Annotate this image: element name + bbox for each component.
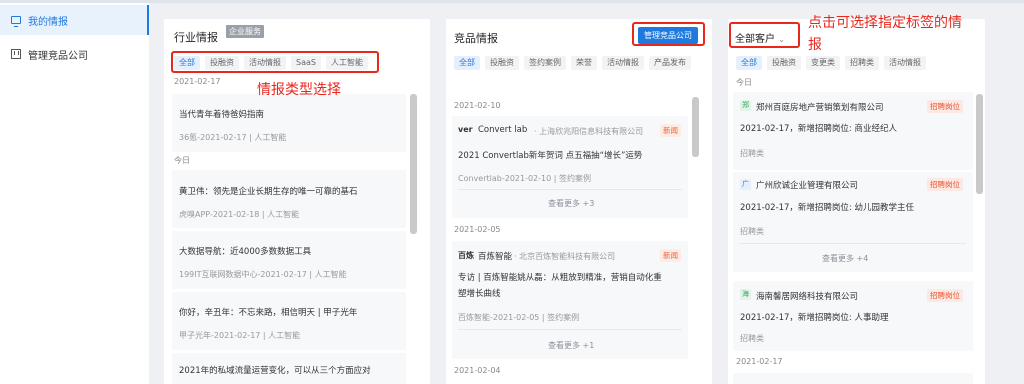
tab-events[interactable]: 活动情报 [884,56,926,70]
annotation-box-customer-dropdown [729,22,800,48]
news-badge: 新闻 [660,249,681,262]
sidebar-item-my-intel[interactable]: 我的情报 [0,5,149,35]
annotation-type-select: 情报类型选择 [257,82,341,98]
tab-honors[interactable]: 荣誉 [571,56,597,70]
list-item[interactable]: 大数据导航：近4000多数数据工具 199IT互联网数据中心-2021-02-1… [172,231,406,289]
item-title: 当代青年着待爸妈指南 [179,110,265,120]
item-text: 2021-02-17，新增招聘岗位: 幼儿园教学主任 [740,203,914,213]
news-badge: 新闻 [660,124,681,137]
item-text: 2021-02-17，新增招聘岗位: 人事助理 [740,313,889,323]
divider [458,189,682,190]
item-meta: 虎嗅APP-2021-02-18 | 人工智能 [179,210,300,219]
item-category: 招聘类 [740,149,764,158]
annotation-box-type-tabs [171,51,379,73]
tab-changes[interactable]: 变更类 [806,56,840,70]
hiring-badge: 招聘岗位 [927,178,963,191]
list-item[interactable] [733,373,973,384]
company-logo: 海 [740,289,751,300]
tab-contracts[interactable]: 签约案例 [524,56,566,70]
item-title: 你好，辛丑年：不忘来路，相信明天 | 甲子光年 [179,308,358,318]
list-item[interactable]: 2021年的私域流量运营变化，可以从三个方面应对 [172,353,406,384]
grid-icon [11,49,21,59]
sidebar: 我的情报 管理竞品公司 [0,3,149,384]
item-meta: Convertlab-2021-02-10 | 签约案例 [458,174,591,183]
customer-intel-panel: 全部客户 ⌄ 全部 投融资 变更类 招聘类 活动情报 今日 郑 郑州百庭房地产营… [728,19,985,384]
tab-all[interactable]: 全部 [736,56,762,70]
competitor-intel-panel: 竞品情报 管理竞品公司 全部 投融资 签约案例 荣誉 活动情报 产品发布 202… [446,19,712,384]
list-item[interactable]: 黄卫伟：领先是企业长期生存的唯一可靠的基石 虎嗅APP-2021-02-18 |… [172,170,406,228]
hiring-badge: 招聘岗位 [927,100,963,113]
list-item[interactable]: 海 海南馨居网络科技有限公司 招聘岗位 2021-02-17，新增招聘岗位: 人… [733,281,973,351]
company-logo: 广 [740,179,751,190]
industry-intel-panel: 行业情报 企业服务 全部 投融资 活动情报 SaaS 人工智能 2021-02-… [164,19,430,384]
top-border [0,0,1024,3]
monitor-icon [11,16,21,27]
date-label: 2021-02-04 [454,366,501,375]
company-name: 郑州百庭房地产营销策划有限公司 [756,103,884,113]
list-item[interactable]: 郑 郑州百庭房地产营销策划有限公司 招聘岗位 2021-02-17，新增招聘岗位… [733,92,973,170]
date-label: 2021-02-10 [454,101,501,110]
scrollbar[interactable] [976,94,983,194]
tab-financing[interactable]: 投融资 [485,56,519,70]
company-full-name: · 上海欣兆阳信息科技有限公司 [534,127,644,136]
company-logo: ver [458,125,473,134]
industry-title: 行业情报 [174,31,218,44]
scrollbar[interactable] [410,94,417,234]
tab-financing[interactable]: 投融资 [767,56,801,70]
item-text: 2021-02-17，新增招聘岗位: 商业经纪人 [740,124,897,134]
sidebar-item-manage-competitors[interactable]: 管理竞品公司 [0,39,149,69]
divider [740,243,966,244]
list-item[interactable]: 百炼 百炼智能 · 北京百炼智能科技有限公司 新闻 专访 | 百炼智能姚从磊：从… [452,241,688,359]
list-item[interactable]: 广 广州欣诚企业管理有限公司 招聘岗位 2021-02-17，新增招聘岗位: 幼… [733,172,973,272]
customer-tabs: 全部 投融资 变更类 招聘类 活动情报 [736,56,926,70]
divider [458,329,682,330]
tab-product-release[interactable]: 产品发布 [649,56,691,70]
company-logo: 郑 [740,100,751,111]
tab-hiring[interactable]: 招聘类 [845,56,879,70]
company-name: 海南馨居网络科技有限公司 [756,292,859,302]
today-label: 今日 [174,156,190,165]
item-category: 招聘类 [740,227,764,236]
list-item[interactable]: ver Convert lab · 上海欣兆阳信息科技有限公司 新闻 2021 … [452,116,688,218]
view-more-link[interactable]: 查看更多 +4 [822,253,868,264]
item-category: 招聘类 [740,334,764,343]
sidebar-item-label: 我的情报 [28,16,68,28]
competitor-title: 竞品情报 [454,32,498,45]
item-meta: 36氪-2021-02-17 | 人工智能 [179,133,287,142]
item-title: 专访 | 百炼智能姚从磊：从粗放到精准，营销自动化重塑增长曲线 [458,273,662,299]
competitor-tabs: 全部 投融资 签约案例 荣誉 活动情报 产品发布 [454,56,694,70]
company-name: Convert lab [478,125,528,135]
item-meta: 甲子光年-2021-02-17 | 人工智能 [179,331,301,340]
list-item[interactable]: 你好，辛丑年：不忘来路，相信明天 | 甲子光年 甲子光年-2021-02-17 … [172,292,406,350]
sidebar-item-label: 管理竞品公司 [28,50,88,62]
date-label: 2021-02-17 [736,357,783,366]
today-label: 今日 [736,78,752,87]
hiring-badge: 招聘岗位 [927,289,963,302]
item-meta: 百炼智能-2021-02-05 | 签约案例 [458,313,580,322]
item-meta: 199IT互联网数据中心-2021-02-17 | 人工智能 [179,270,347,279]
view-more-link[interactable]: 查看更多 +1 [548,340,594,351]
item-title: 大数据导航：近4000多数数据工具 [179,247,312,257]
annotation-tag-select-line2: 报 [808,37,822,53]
company-name: 百炼智能 [478,252,513,262]
date-label: 2021-02-05 [454,225,501,234]
scrollbar[interactable] [692,97,699,157]
view-more-link[interactable]: 查看更多 +3 [548,198,594,209]
company-full-name: · 北京百炼智能科技有限公司 [514,252,616,261]
item-title: 黄卫伟：领先是企业长期生存的唯一可靠的基石 [179,187,358,197]
list-item[interactable]: 当代青年着待爸妈指南 36氪-2021-02-17 | 人工智能 [172,94,406,152]
annotation-tag-select-line1: 点击可选择指定标签的情 [808,15,962,31]
service-tag: 企业服务 [226,25,264,38]
item-title: 2021年的私域流量运营变化，可以从三个方面应对 [179,366,371,376]
item-title: 2021 Convertlab新年贺词 点五福抽“增长”运势 [458,151,643,161]
tab-all[interactable]: 全部 [454,56,480,70]
date-label: 2021-02-17 [174,77,221,86]
company-logo: 百炼 [458,251,474,260]
company-name: 广州欣诚企业管理有限公司 [756,181,859,191]
tab-events[interactable]: 活动情报 [602,56,644,70]
annotation-box-manage-button [632,22,705,46]
